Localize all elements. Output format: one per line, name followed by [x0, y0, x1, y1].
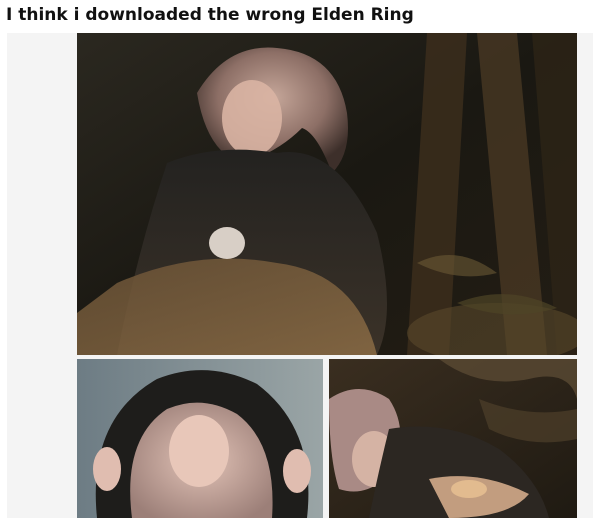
image-gallery — [7, 33, 593, 518]
photo-lying-forest — [329, 359, 577, 518]
photo-forest-cloak — [77, 33, 577, 355]
post-title: I think i downloaded the wrong Elden Rin… — [6, 5, 414, 25]
photo-hood-closeup — [77, 359, 323, 518]
gallery-image-bottom-right[interactable] — [329, 359, 577, 518]
gallery-image-bottom-left[interactable] — [77, 359, 323, 518]
gallery-image-main[interactable] — [77, 33, 577, 355]
